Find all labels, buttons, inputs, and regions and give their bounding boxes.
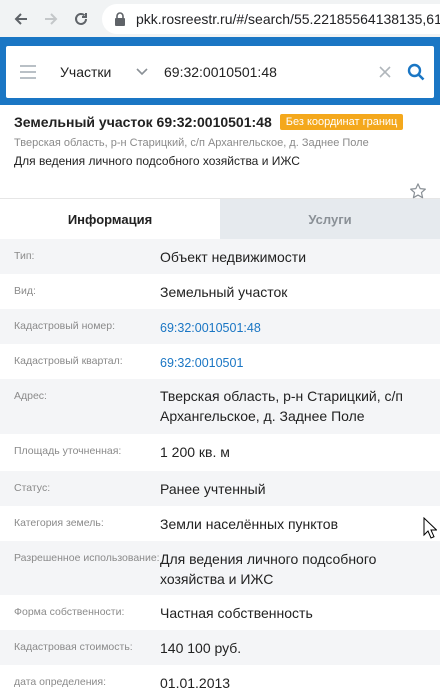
menu-icon (20, 65, 36, 67)
chevron-down-icon (136, 68, 148, 76)
info-label: Площадь уточненная: (14, 445, 122, 457)
info-value: Объект недвижимости (160, 249, 307, 265)
object-address: Тверская область, р-н Старицкий, с/п Арх… (14, 137, 369, 149)
info-value: 140 100 руб. (160, 640, 242, 656)
arrow-right-icon (45, 12, 58, 25)
info-row-status: Статус: Ранее учтенный (0, 471, 440, 506)
search-icon (407, 63, 425, 81)
info-label: Разрешенное использование: (14, 552, 160, 564)
info-row-address: Адрес: Тверская область, р-н Старицкий, … (0, 379, 440, 434)
lock-icon (115, 11, 125, 26)
info-row-cadastral-value: Кадастровая стоимость: 140 100 руб. (0, 630, 440, 665)
tab-info[interactable]: Информация (0, 199, 220, 239)
cadastral-number-link[interactable]: 69:32:0010501:48 (160, 318, 261, 338)
close-icon (379, 66, 391, 78)
reload-icon (75, 12, 87, 25)
object-purpose: Для ведения личного подсобного хозяйства… (14, 154, 300, 168)
info-label: Адрес: (14, 390, 47, 402)
status-badge: Без координат границ (279, 114, 404, 130)
search-input[interactable]: 69:32:0010501:48 (158, 64, 372, 80)
menu-icon-line (20, 71, 36, 73)
object-header: Земельный участок 69:32:0010501:48 Без к… (0, 105, 440, 199)
info-label: Категория земель: (14, 517, 104, 529)
info-value: 01.01.2013 (160, 675, 231, 691)
search-button[interactable] (398, 63, 434, 81)
object-title: Земельный участок 69:32:0010501:48 (14, 114, 272, 130)
info-value: Тверская область, р-н Старицкий, с/п Арх… (160, 388, 403, 424)
info-label: Кадастровая стоимость: (14, 641, 133, 653)
info-label: Вид: (14, 285, 36, 297)
info-row-area: Площадь уточненная: 1 200 кв. м (0, 434, 440, 471)
info-label: Форма собственности: (14, 606, 125, 618)
info-row-valuation-date: дата определения: 01.01.2013 (0, 665, 440, 694)
mouse-cursor-icon (423, 517, 437, 539)
url-text: pkk.rosreestr.ru/#/search/55.22185564138… (136, 10, 440, 27)
info-table: Тип: Объект недвижимости Вид: Земельный … (0, 239, 440, 694)
arrow-left-icon (14, 12, 27, 25)
reload-button[interactable] (66, 4, 96, 34)
info-value: Земельный участок (160, 284, 288, 300)
star-icon[interactable] (409, 182, 427, 200)
info-row-type: Тип: Объект недвижимости (0, 239, 440, 274)
back-button[interactable] (6, 4, 36, 34)
menu-button[interactable] (6, 65, 50, 79)
info-label: Кадастровый квартал: (14, 355, 123, 367)
info-value: Ранее учтенный (160, 481, 266, 497)
tabs: Информация Услуги (0, 199, 440, 239)
tab-services[interactable]: Услуги (220, 199, 440, 239)
cadastral-quarter-link[interactable]: 69:32:0010501 (160, 353, 243, 373)
info-row-land-category: Категория земель: Земли населённых пункт… (0, 506, 440, 541)
layer-select-value: Участки (60, 64, 112, 80)
browser-toolbar: pkk.rosreestr.ru/#/search/55.22185564138… (0, 0, 440, 37)
info-row-cadastral-quarter: Кадастровый квартал: 69:32:0010501 (0, 344, 440, 379)
address-bar[interactable]: pkk.rosreestr.ru/#/search/55.22185564138… (102, 3, 440, 34)
info-row-permitted-use: Разрешенное использование: Для ведения л… (0, 541, 440, 595)
info-row-kind: Вид: Земельный участок (0, 274, 440, 309)
info-value: Земли населённых пунктов (160, 516, 339, 532)
info-row-ownership: Форма собственности: Частная собственнос… (0, 595, 440, 630)
menu-icon-line (20, 77, 36, 79)
clear-button[interactable] (372, 66, 398, 78)
search-header: Участки 69:32:0010501:48 (0, 37, 440, 105)
info-value: Частная собственность (160, 605, 313, 621)
info-row-cadastral-number: Кадастровый номер: 69:32:0010501:48 (0, 309, 440, 344)
info-value: Для ведения личного подсобного хозяйства… (160, 551, 377, 587)
forward-button[interactable] (36, 4, 66, 34)
info-label: Кадастровый номер: (14, 320, 116, 332)
info-label: дата определения: (14, 676, 107, 688)
info-value: 1 200 кв. м (160, 444, 230, 460)
layer-select[interactable]: Участки (50, 64, 158, 80)
search-bar: Участки 69:32:0010501:48 (6, 46, 434, 98)
info-label: Тип: (14, 250, 35, 262)
info-label: Статус: (14, 482, 51, 494)
